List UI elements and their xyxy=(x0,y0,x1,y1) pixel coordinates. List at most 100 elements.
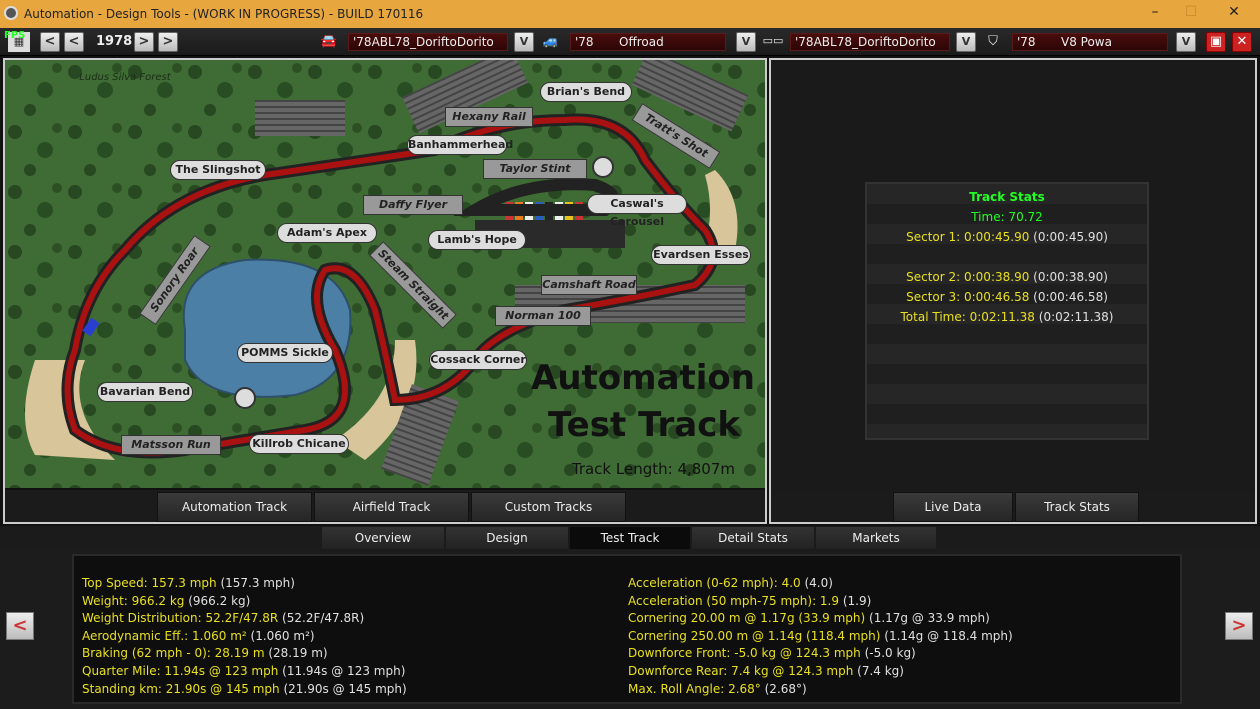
total-time: Total Time: 0:02:11.38 (0:02:11.38) xyxy=(867,310,1147,324)
stat-reference: (28.19 m) xyxy=(268,646,328,661)
top-toolbar: ▦ < < 1978 > > 🚘 '78ABL78_DoriftoDorito … xyxy=(0,28,1260,56)
track-time: Time: 70.72 xyxy=(971,210,1043,224)
track-length: Track Length: 4,807m xyxy=(571,460,735,478)
map-label-pomms-sickle: POMMS Sickle xyxy=(237,343,333,363)
map-label-slingshot: The Slingshot xyxy=(170,160,266,180)
track-stats-header: Track Stats xyxy=(969,190,1045,204)
tab-design[interactable]: Design xyxy=(446,527,568,549)
stat-value: Standing km: 21.90s @ 145 mph xyxy=(82,681,280,696)
stat-value: Weight Distribution: 52.2F/47.8R xyxy=(82,611,279,626)
year-next-far-button[interactable]: > xyxy=(158,32,178,52)
stat-line: Acceleration (50 mph-75 mph): 1.9 (1.9) xyxy=(628,594,871,608)
year-next-button[interactable]: > xyxy=(134,32,154,52)
engine-year: '78 xyxy=(1017,35,1036,49)
stat-line: Standing km: 21.90s @ 145 mph (21.90s @ … xyxy=(82,682,407,696)
close-design-button[interactable]: ✕ xyxy=(1232,32,1252,52)
year-prev-far-button[interactable]: < xyxy=(40,32,60,52)
stat-line: Braking (62 mph - 0): 28.19 m (28.19 m) xyxy=(82,646,328,660)
tab-automation-track[interactable]: Automation Track xyxy=(157,492,312,522)
map-label-hexany-rail: Hexany Rail xyxy=(445,107,533,127)
stat-line: Top Speed: 157.3 mph (157.3 mph) xyxy=(82,576,295,590)
stat-value: Weight: 966.2 kg xyxy=(82,593,185,608)
map-label-forest: Ludus Silva Forest xyxy=(79,72,171,83)
stat-reference: (157.3 mph) xyxy=(220,576,295,590)
tab-airfield-track[interactable]: Airfield Track xyxy=(314,492,469,522)
stat-value: Cornering 250.00 m @ 1.14g (118.4 mph) xyxy=(628,628,881,643)
stat-reference: (2.68°) xyxy=(764,681,807,696)
minimize-button[interactable]: – xyxy=(1135,4,1175,24)
map-label-cossack-corner: Cossack Corner xyxy=(429,350,527,370)
total-time-ref: (0:02:11.38) xyxy=(1038,310,1114,324)
sector-3-ref: (0:00:46.58) xyxy=(1033,290,1108,304)
engine-field[interactable]: '78 V8 Powa xyxy=(1012,33,1168,51)
stat-reference: (966.2 kg) xyxy=(188,593,251,608)
maximize-button[interactable]: ☐ xyxy=(1171,4,1211,24)
stat-line: Cornering 20.00 m @ 1.17g (33.9 mph) (1.… xyxy=(628,611,990,625)
stat-reference: (1.9) xyxy=(842,593,872,608)
sector-2: Sector 2: 0:00:38.90 (0:00:38.90) xyxy=(867,270,1147,284)
stat-value: Quarter Mile: 11.94s @ 123 mph xyxy=(82,664,279,678)
map-label-camshaft-road: Camshaft Road xyxy=(541,275,637,295)
track-title-line2: Test Track xyxy=(548,405,740,445)
trim-year: '78 xyxy=(575,35,594,49)
stat-value: Top Speed: 157.3 mph xyxy=(82,576,217,590)
trim-field[interactable]: '78 Offroad xyxy=(570,33,726,51)
stat-line: Max. Roll Angle: 2.68° (2.68°) xyxy=(628,682,807,696)
stat-line: Downforce Front: -5.0 kg @ 124.3 mph (-5… xyxy=(628,646,916,660)
stat-line: Downforce Rear: 7.4 kg @ 124.3 mph (7.4 … xyxy=(628,664,904,678)
stat-reference: (4.0) xyxy=(804,576,833,590)
map-label-daffy-flyer: Daffy Flyer xyxy=(363,195,463,215)
year-prev-button[interactable]: < xyxy=(64,32,84,52)
stat-value: Acceleration (0-62 mph): 4.0 xyxy=(628,576,801,590)
stat-reference: (1.060 m²) xyxy=(250,628,315,643)
performance-stats-box: Top Speed: 157.3 mph (157.3 mph) Weight: … xyxy=(72,554,1182,704)
stat-reference: (11.94s @ 123 mph) xyxy=(282,664,406,678)
stat-reference: (21.90s @ 145 mph) xyxy=(283,681,407,696)
tab-detail-stats[interactable]: Detail Stats xyxy=(692,527,814,549)
stat-value: Acceleration (50 mph-75 mph): 1.9 xyxy=(628,593,840,608)
stat-value: Braking (62 mph - 0): 28.19 m xyxy=(82,646,265,661)
body-dropdown[interactable]: V xyxy=(956,32,976,52)
tab-markets[interactable]: Markets xyxy=(816,527,936,549)
right-tabs: Live Data Track Stats xyxy=(771,490,1255,522)
main-nav-tabs: Overview Design Test Track Detail Stats … xyxy=(0,526,1260,550)
next-page-button[interactable]: > xyxy=(1225,612,1253,640)
map-label-banhammerhead: Banhammerhead xyxy=(407,135,513,155)
stat-line: Quarter Mile: 11.94s @ 123 mph (11.94s @… xyxy=(82,664,405,678)
map-label-lambs-hope: Lamb's Hope xyxy=(428,230,526,250)
stat-line: Acceleration (0-62 mph): 4.0 (4.0) xyxy=(628,576,833,590)
map-label-taylor-stint: Taylor Stint xyxy=(483,159,587,179)
body-field[interactable]: '78ABL78_DoriftoDorito xyxy=(790,33,950,51)
tab-overview[interactable]: Overview xyxy=(322,527,444,549)
performance-area: < > Top Speed: 157.3 mph (157.3 mph) Weig… xyxy=(0,550,1260,709)
trim-name: Offroad xyxy=(619,35,664,49)
tab-track-stats[interactable]: Track Stats xyxy=(1015,492,1139,522)
window-title: Automation - Design Tools - (WORK IN PRO… xyxy=(24,7,424,21)
tab-live-data[interactable]: Live Data xyxy=(893,492,1013,522)
sector-2-ref: (0:00:38.90) xyxy=(1033,270,1108,284)
stat-line: Weight: 966.2 kg (966.2 kg) xyxy=(82,594,250,608)
stat-reference: (1.17g @ 33.9 mph) xyxy=(869,611,990,626)
trim-dropdown[interactable]: V xyxy=(736,32,756,52)
model-family-field[interactable]: '78ABL78_DoriftoDorito xyxy=(348,33,508,51)
tab-test-track[interactable]: Test Track xyxy=(570,527,690,549)
car-model-icon: 🚘 xyxy=(320,34,338,49)
save-icon[interactable]: ▣ xyxy=(1206,32,1226,52)
track-stats-box: Track Stats Time: 70.72 Sector 1: 0:00:4… xyxy=(865,182,1149,440)
stat-line: Weight Distribution: 52.2F/47.8R (52.2F/… xyxy=(82,611,364,625)
car-trim-icon: 🚙 xyxy=(542,34,560,49)
model-family-dropdown[interactable]: V xyxy=(514,32,534,52)
close-button[interactable]: ✕ xyxy=(1214,4,1254,24)
map-label-matsson-run: Matsson Run xyxy=(121,435,221,455)
map-label-caswals-carousel: Caswal's Carousel xyxy=(587,194,687,228)
engine-dropdown[interactable]: V xyxy=(1176,32,1196,52)
sector-3-value: Sector 3: 0:00:46.58 xyxy=(906,290,1030,304)
track-map[interactable]: Ludus Silva Forest Brian's Bend Hexany R… xyxy=(5,60,765,488)
total-time-value: Total Time: 0:02:11.38 xyxy=(900,310,1035,324)
prev-page-button[interactable]: < xyxy=(6,612,34,640)
sector-2-value: Sector 2: 0:00:38.90 xyxy=(906,270,1030,284)
map-label-evardsen-esses: Evardsen Esses xyxy=(651,245,751,265)
map-label-norman-100: Norman 100 xyxy=(495,306,591,326)
stat-value: Downforce Front: -5.0 kg @ 124.3 mph xyxy=(628,646,861,661)
tab-custom-tracks[interactable]: Custom Tracks xyxy=(471,492,626,522)
